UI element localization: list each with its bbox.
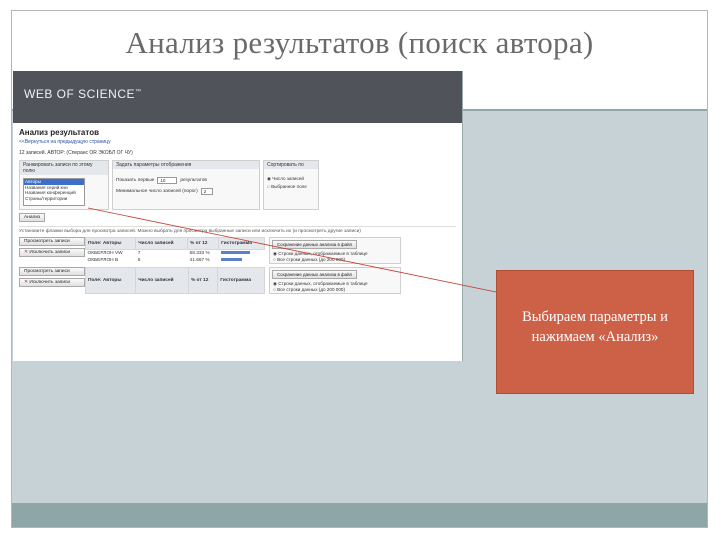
min-records-input[interactable]: 2 (200, 188, 213, 195)
row-histogram (219, 257, 265, 264)
save-displayed-label: Строки данных, отображаемые в таблице (278, 281, 368, 286)
row-author: ОКБЕРЛОН VW (87, 251, 123, 256)
rank-field-listbox[interactable]: Авторы Названия серий кни Названия конфе… (23, 178, 85, 206)
view-records-button[interactable]: Просмотреть записи (19, 237, 85, 246)
rank-option[interactable]: Страны/территории (24, 196, 84, 202)
sort-radio-count[interactable]: ◉ Число записей (264, 175, 318, 183)
save-analysis-button[interactable]: Сохранение данных анализа в файл (272, 240, 358, 249)
save-displayed-label: Строки данных, отображаемые в таблице (278, 251, 368, 256)
exclude-label: Исключить записи (29, 280, 71, 285)
exclude-records-button[interactable]: ✕ Исключить записи (19, 278, 85, 287)
col-count[interactable]: Число записей (135, 267, 189, 294)
results-block-2: Просмотреть записи ✕ Исключить записи По… (19, 267, 409, 294)
histogram-bar (220, 258, 242, 262)
save-analysis-button[interactable]: Сохранение данных анализа в файл (272, 270, 358, 279)
show-first-label: Показать первые (116, 178, 155, 183)
save-option-all[interactable]: ○ Все строки данных (до 200 000) (270, 287, 400, 293)
results-table-footer: Поле: Авторы Число записей % от 12 Гисто… (84, 267, 265, 294)
display-panel-header: Задать параметры отображения (113, 161, 259, 169)
callout-box: Выбираем параметры и нажимаем «Анализ» (496, 270, 694, 394)
rank-option[interactable]: Названия конференций (24, 190, 84, 196)
table-row: ОКБЕРЛОН В 5 41.667 % (86, 257, 265, 264)
save-option-all[interactable]: ○ Все строки данных (до 200 000) (270, 257, 400, 263)
save-panel: Сохранение данных анализа в файл ◉ Строк… (269, 267, 401, 294)
results-block-1: Просмотреть записи ✕ Исключить записи По… (19, 237, 409, 264)
sort-panel-header: Сортировать по (264, 161, 318, 169)
table-row: ОКБЕРЛОН VW 7 58.333 % (86, 250, 265, 258)
results-table: Поле: Авторы Число записей % от 12 Гисто… (84, 237, 265, 264)
col-field[interactable]: Поле: Авторы (84, 267, 137, 294)
rank-panel-header: Ранжировать записи по этому полю (20, 161, 108, 175)
col-histogram: Гистограмма (218, 237, 265, 250)
display-panel: Задать параметры отображения Показать пе… (112, 160, 260, 210)
min-records-row: Минимальное число записей (порог) 2 (113, 186, 259, 197)
analyze-button-row: Анализ (19, 213, 456, 222)
histogram-bar (220, 251, 250, 255)
web-of-science-screenshot: WEB OF SCIENCE™ Анализ результатов <<Вер… (13, 71, 463, 361)
selection-hint: Установите флажки выбора для просмотра з… (19, 226, 456, 234)
row-count: 5 (137, 258, 141, 263)
analyze-button[interactable]: Анализ (19, 213, 46, 222)
show-first-select[interactable]: 10 (157, 177, 178, 184)
exclude-label: Исключить записи (29, 250, 71, 255)
col-percent[interactable]: % от 12 (187, 267, 219, 294)
show-first-suffix: результатов (180, 178, 207, 183)
save-panel: Сохранение данных анализа в файл ◉ Строк… (269, 237, 401, 264)
sort-count-label: Число записей (272, 176, 304, 181)
slide-title: Анализ результатов (поиск автора) (125, 25, 594, 60)
col-count[interactable]: Число записей (135, 237, 189, 250)
row-count: 7 (137, 251, 141, 256)
table-header-row: Поле: Авторы Число записей % от 12 Гисто… (84, 267, 265, 294)
save-all-label: Все строки данных (до 200 000) (277, 257, 345, 262)
sort-field-label: Выбранное поле (271, 184, 307, 189)
exclude-icon: ✕ (24, 280, 29, 285)
row-percent: 58.333 % (189, 251, 210, 256)
back-link[interactable]: <<Вернуться на предыдущую страницу (19, 139, 456, 145)
query-summary: 12 записей. АВТОР: (Сперанс OR ЭКОБЛ ОГ … (19, 150, 133, 156)
min-records-label: Минимальное число записей (порог) (116, 189, 198, 194)
col-field[interactable]: Поле: Авторы (84, 237, 137, 250)
row-percent: 41.667 % (189, 258, 210, 263)
wos-trademark: ™ (135, 89, 142, 95)
record-actions: Просмотреть записи ✕ Исключить записи (19, 267, 85, 294)
sort-panel: Сортировать по ◉ Число записей ○ Выбранн… (263, 160, 319, 210)
show-first-row: Показать первые 10 результатов (113, 175, 259, 186)
col-percent[interactable]: % от 12 (187, 237, 220, 250)
row-histogram (219, 250, 265, 258)
table-header-row: Поле: Авторы Число записей % от 12 Гисто… (84, 237, 265, 250)
analysis-content: Анализ результатов <<Вернуться на предыд… (13, 123, 462, 302)
wos-header: WEB OF SCIENCE™ (13, 71, 462, 123)
record-actions: Просмотреть записи ✕ Исключить записи (19, 237, 85, 264)
bottom-band (12, 503, 707, 527)
exclude-icon: ✕ (24, 250, 29, 255)
options-panels: Ранжировать записи по этому полю Авторы … (19, 160, 319, 210)
view-records-button[interactable]: Просмотреть записи (19, 267, 85, 276)
row-author: ОКБЕРЛОН В (87, 258, 119, 263)
page-title: Анализ результатов (19, 128, 99, 137)
wos-brand: WEB OF SCIENCE (24, 87, 136, 101)
sort-radio-field[interactable]: ○ Выбранное поле (264, 183, 318, 190)
col-histogram: Гистограмма (217, 267, 265, 294)
rank-panel: Ранжировать записи по этому полю Авторы … (19, 160, 109, 210)
exclude-records-button[interactable]: ✕ Исключить записи (19, 248, 85, 257)
save-all-label: Все строки данных (до 200 000) (277, 287, 345, 292)
